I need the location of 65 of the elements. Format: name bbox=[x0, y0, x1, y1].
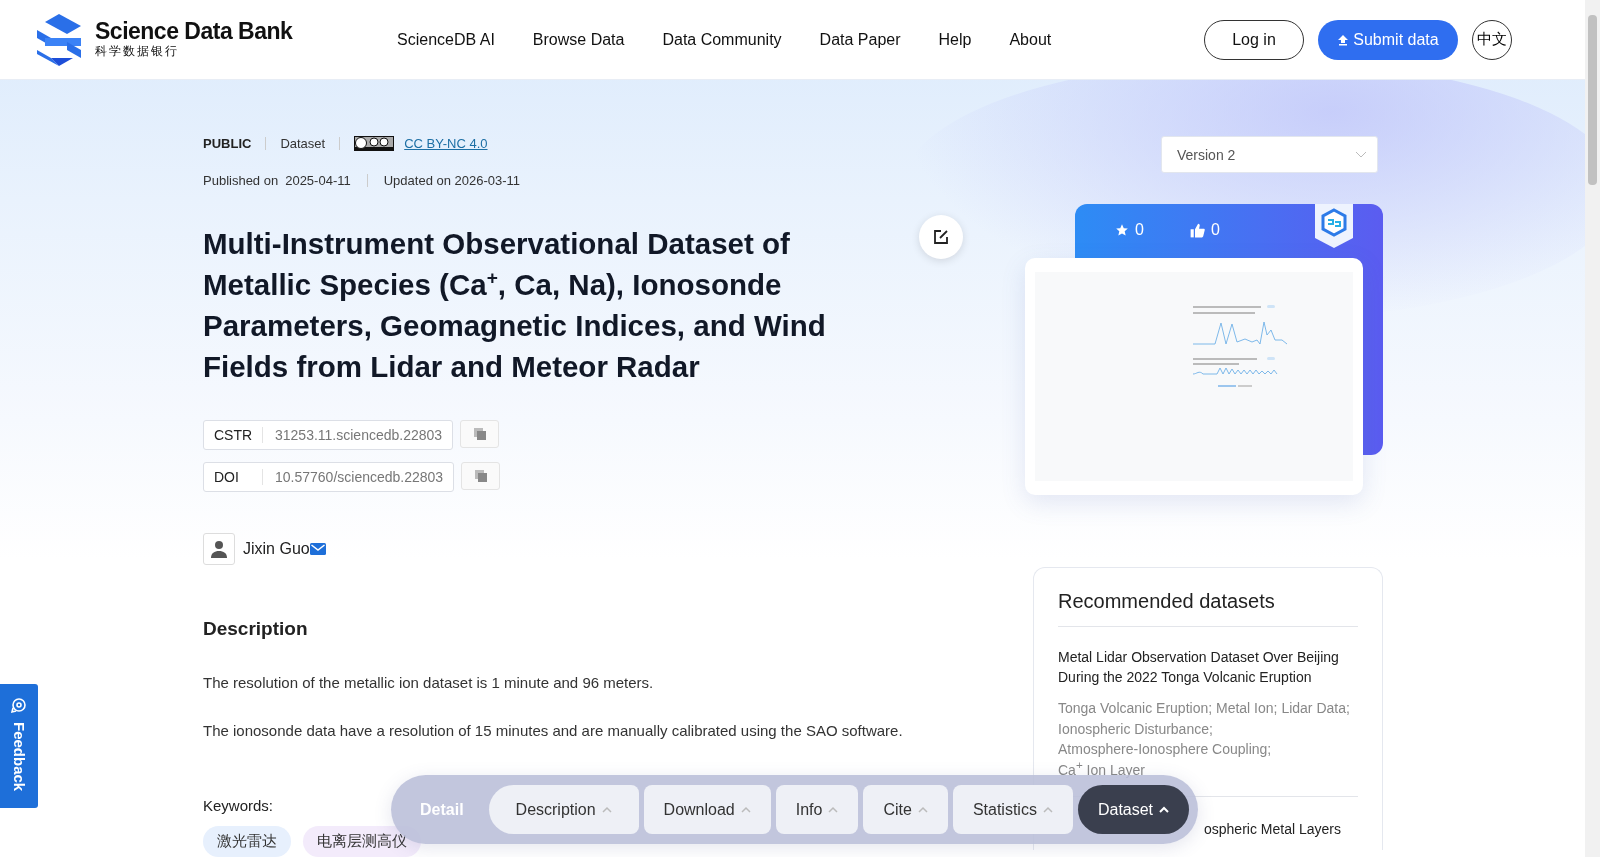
access-label: PUBLIC bbox=[203, 136, 252, 151]
type-label: Dataset bbox=[280, 136, 326, 151]
edit-button[interactable] bbox=[919, 215, 963, 259]
copy-button[interactable] bbox=[461, 462, 501, 490]
caret-icon bbox=[917, 806, 928, 813]
keywords-label: Keywords: bbox=[203, 797, 274, 814]
section-tab[interactable]: Description bbox=[488, 785, 639, 834]
caret-icon bbox=[601, 806, 612, 813]
mail-icon[interactable] bbox=[309, 543, 326, 555]
language-button[interactable]: 中文 bbox=[1472, 19, 1512, 60]
external-link-icon bbox=[932, 228, 950, 246]
license-icon bbox=[354, 136, 395, 151]
description-text: The resolution of the metallic ion dataset is 1 minute and 96 meters. bbox=[203, 673, 655, 693]
nav-link[interactable]: Help bbox=[919, 30, 991, 49]
section-tab[interactable]: Download bbox=[643, 785, 771, 834]
recommended-title[interactable]: Metal Lidar Observation Dataset Over Beijing During the 2022 Tonga Volcanic Eruption bbox=[1058, 647, 1358, 687]
star-icon[interactable] bbox=[1115, 223, 1129, 237]
caret-icon bbox=[1042, 806, 1053, 813]
caret-icon bbox=[740, 806, 751, 813]
identifier-field: DOI 10.57760/sciencedb.22803 bbox=[203, 462, 455, 492]
upload-icon bbox=[1337, 33, 1350, 46]
section-tab[interactable]: Statistics bbox=[952, 785, 1073, 834]
favorite-count: 0 bbox=[1135, 221, 1144, 239]
chevron-down-icon bbox=[1355, 150, 1367, 159]
nav-link[interactable]: Data Paper bbox=[800, 30, 920, 49]
description-text: The ionosonde data have a resolution of 15 minutes and are manually calibrated using the SAO software. bbox=[203, 721, 904, 741]
published-date: 2025-04-11 bbox=[285, 173, 351, 188]
author-name[interactable]: Jixin Guo bbox=[243, 540, 310, 558]
updated-date: Updated on 2026-03-11 bbox=[383, 173, 521, 188]
logo-title[interactable]: Science Data Bank bbox=[95, 19, 293, 43]
nav-link[interactable]: About bbox=[990, 30, 1071, 49]
keyword-tag[interactable]: 电离层测高仪 bbox=[303, 826, 421, 857]
section-tab[interactable]: Info bbox=[775, 785, 859, 834]
like-count: 0 bbox=[1211, 221, 1220, 239]
version-select[interactable]: Version 2 bbox=[1161, 136, 1378, 173]
scrollbar[interactable] bbox=[1585, 0, 1600, 857]
detail-label: Detail bbox=[420, 800, 464, 819]
published-label: Published on bbox=[203, 173, 279, 188]
nav-link[interactable]: Data Community bbox=[643, 30, 801, 49]
nav-link[interactable]: ScienceDB AI bbox=[378, 30, 514, 49]
panel-heading: Recommended datasets bbox=[1058, 590, 1358, 627]
submit-data-button[interactable]: Submit data bbox=[1318, 19, 1458, 60]
avatar-icon bbox=[203, 533, 235, 565]
caret-icon bbox=[1159, 806, 1170, 813]
feedback-button[interactable]: Feedback bbox=[0, 684, 38, 808]
feedback-icon bbox=[10, 696, 28, 714]
recommended-title[interactable]: ospheric Metal Layers bbox=[1204, 819, 1341, 839]
section-tab[interactable]: Cite bbox=[863, 785, 948, 834]
badge-icon bbox=[1315, 204, 1353, 248]
copy-icon bbox=[473, 469, 488, 483]
section-heading: Description bbox=[203, 618, 309, 640]
scrollbar-thumb[interactable] bbox=[1588, 15, 1597, 185]
identifier-field: CSTR 31253.11.sciencedb.22803 bbox=[203, 420, 454, 450]
copy-icon bbox=[472, 427, 487, 441]
thumbs-up-icon[interactable] bbox=[1190, 222, 1205, 238]
caret-icon bbox=[828, 806, 839, 813]
recommended-keywords: Tonga Volcanic Eruption; Metal Ion; Lidar Data; Ionospheric Disturbance; Atmosphere-Ionosphere Coupling; Ca$^{+}$ Ion Layer bbox=[1058, 699, 1351, 780]
keyword-tag[interactable]: 激光雷达 bbox=[203, 826, 291, 857]
copy-button[interactable] bbox=[460, 420, 500, 448]
logo-subtitle: 科学数据银行 bbox=[95, 43, 180, 60]
section-tab[interactable]: Dataset bbox=[1077, 785, 1190, 834]
nav-link[interactable]: Browse Data bbox=[513, 30, 644, 49]
login-button[interactable]: Log in bbox=[1204, 19, 1304, 60]
license-link[interactable]: CC BY-NC 4.0 bbox=[404, 136, 488, 151]
dataset-title: Multi-Instrument Observational Dataset of Metallic Species (Ca$^{+}$, Ca, Na), Ionosonde Parameters, Geomagnetic Indices, and Wind Fields from Lidar and Meteor Radar bbox=[203, 226, 827, 385]
